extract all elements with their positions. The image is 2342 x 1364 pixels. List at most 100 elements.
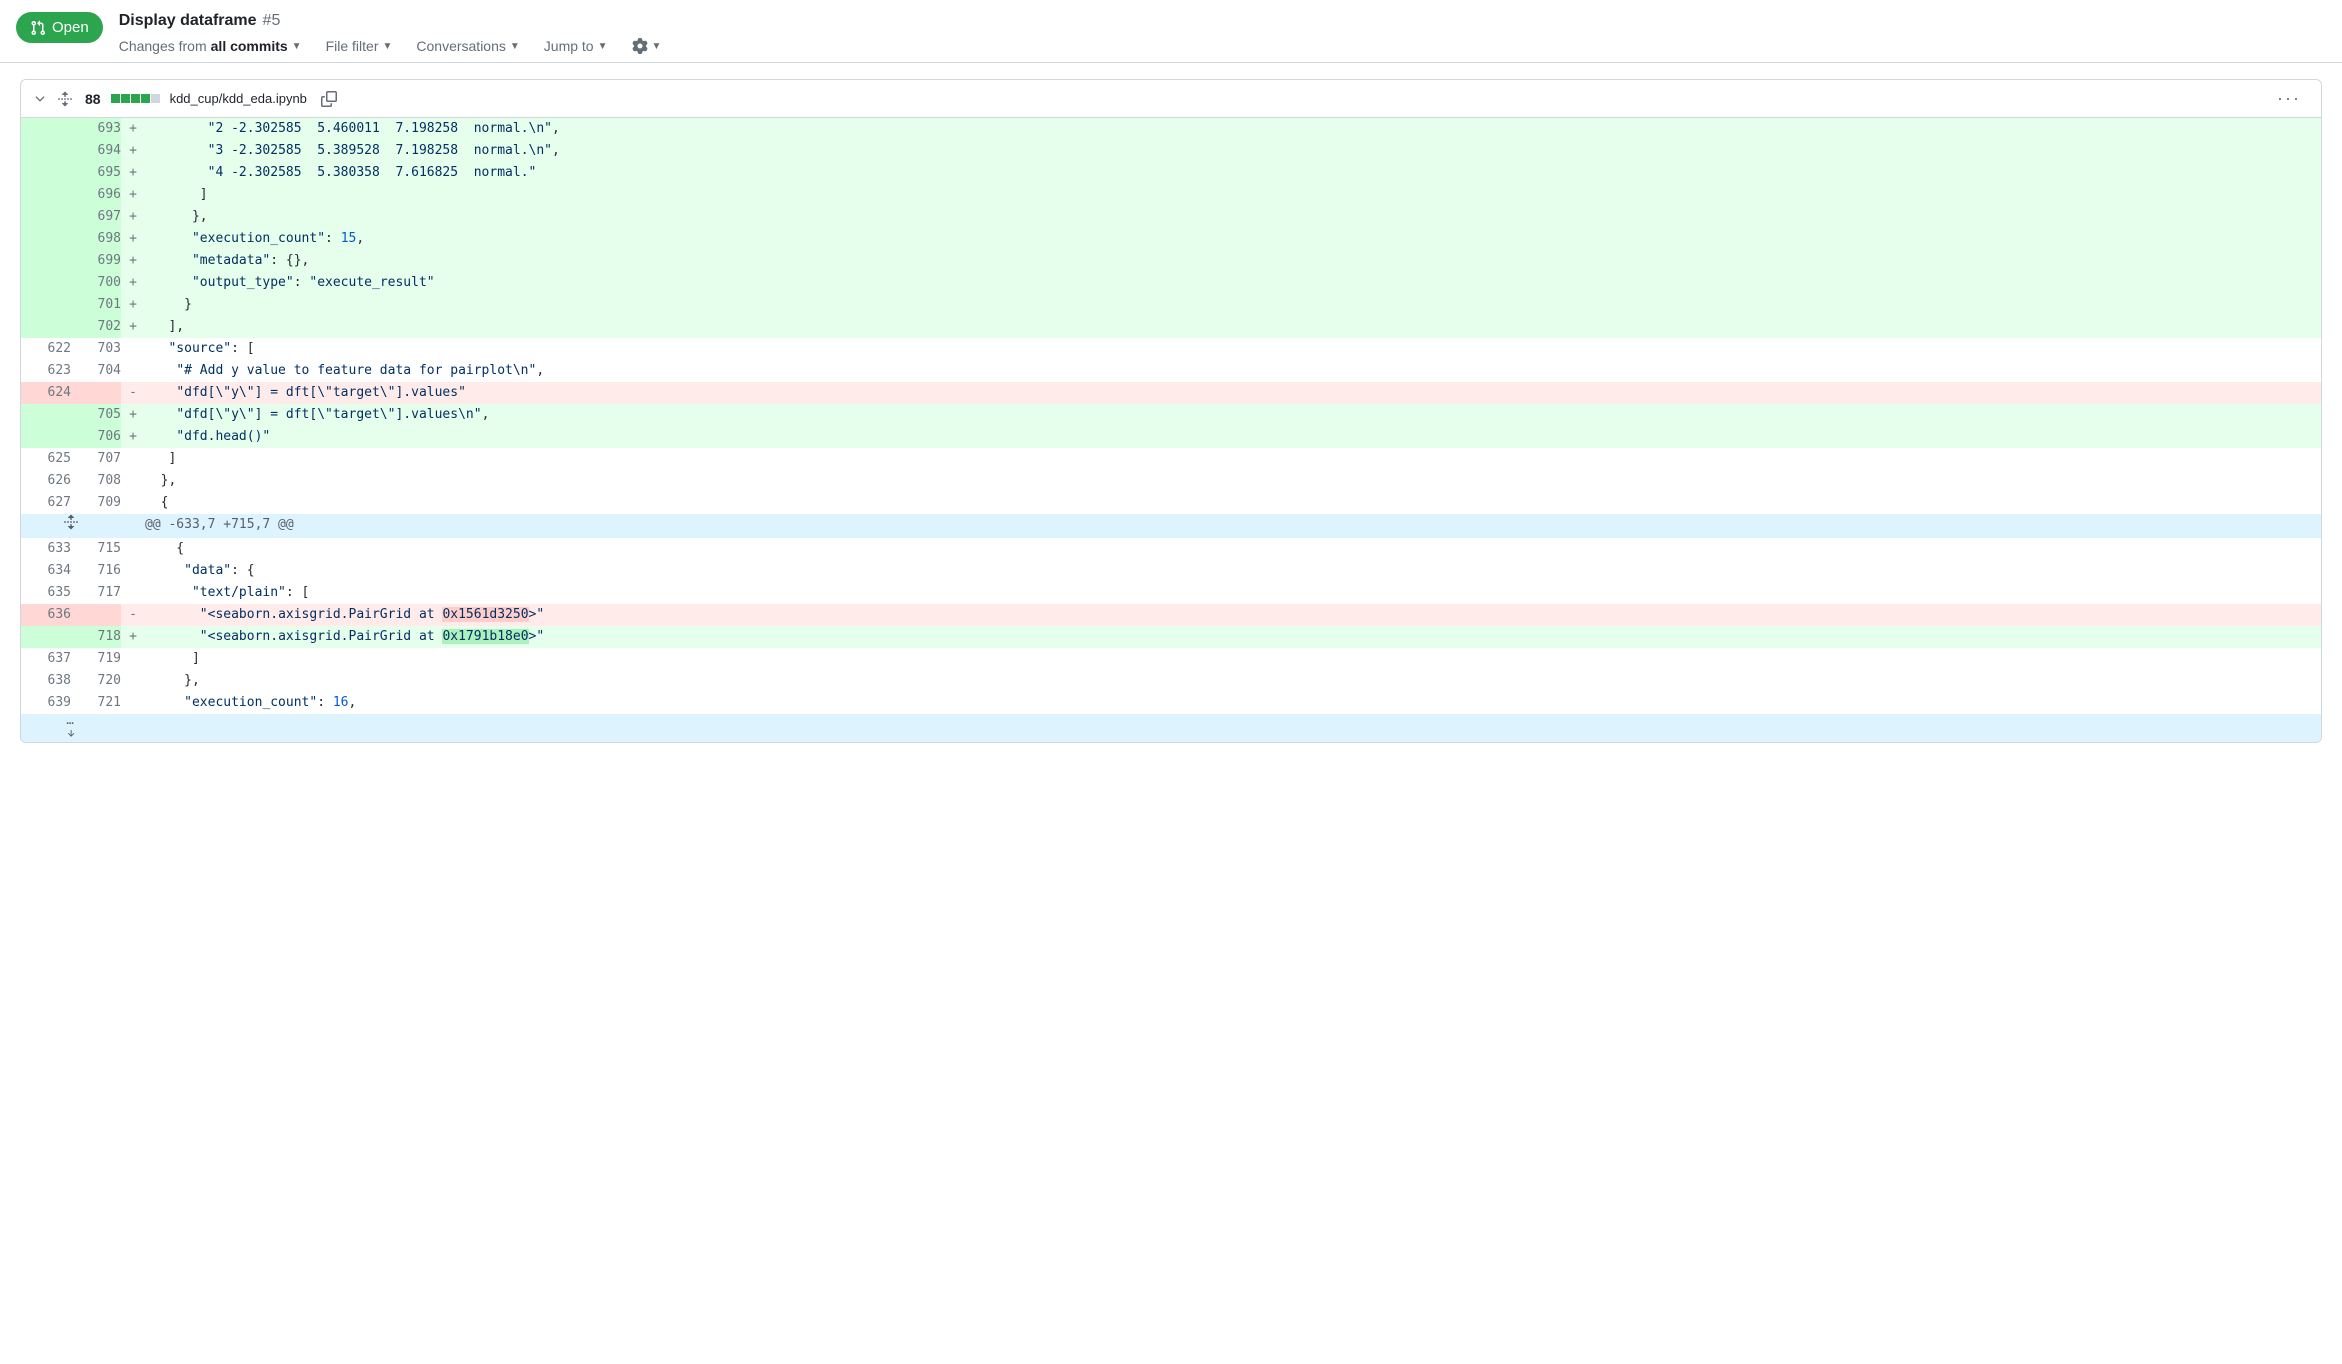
- diff-marker: +: [121, 426, 145, 448]
- copy-path-button[interactable]: [321, 91, 337, 107]
- changes-from-dropdown[interactable]: Changes from all commits ▼: [119, 38, 302, 54]
- diff-marker: [121, 670, 145, 692]
- file-menu-button[interactable]: ···: [2269, 88, 2309, 109]
- old-line-number: 634: [21, 560, 71, 582]
- jump-to-dropdown[interactable]: Jump to ▼: [544, 38, 608, 54]
- code-content: "execution_count": 16,: [145, 692, 2321, 714]
- old-line-number: 623: [21, 360, 71, 382]
- conversations-dropdown[interactable]: Conversations ▼: [416, 38, 519, 54]
- diff-square-neutral: [151, 94, 160, 103]
- diff-line[interactable]: 700+ "output_type": "execute_result": [21, 272, 2321, 294]
- code-content: },: [145, 470, 2321, 492]
- code-content: "dfd.head()": [145, 426, 2321, 448]
- old-line-number: 636: [21, 604, 71, 626]
- file-filter-label: File filter: [326, 38, 379, 54]
- new-line-number: 700: [71, 272, 121, 294]
- old-line-number: 639: [21, 692, 71, 714]
- diff-line[interactable]: 626708 },: [21, 470, 2321, 492]
- unfold-icon: [63, 514, 79, 530]
- diff-line[interactable]: 638720 },: [21, 670, 2321, 692]
- file-header: 88 kdd_cup/kdd_eda.ipynb ···: [21, 80, 2321, 118]
- diff-line[interactable]: 622703 "source": [: [21, 338, 2321, 360]
- diff-marker: [121, 338, 145, 360]
- old-line-number: 625: [21, 448, 71, 470]
- unfold-icon: [57, 91, 73, 107]
- new-line-number: 716: [71, 560, 121, 582]
- header-right: Display dataframe #5 Changes from all co…: [119, 12, 662, 54]
- diff-marker: -: [121, 382, 145, 404]
- new-line-number: 718: [71, 626, 121, 648]
- expand-all-icon[interactable]: [57, 91, 73, 107]
- diff-marker: +: [121, 162, 145, 184]
- pr-title-row: Display dataframe #5: [119, 12, 662, 30]
- old-line-number: [21, 626, 71, 648]
- diff-marker: [121, 470, 145, 492]
- diff-line[interactable]: 696+ ]: [21, 184, 2321, 206]
- diff-marker: [121, 492, 145, 514]
- diff-line[interactable]: 697+ },: [21, 206, 2321, 228]
- diff-marker: [121, 560, 145, 582]
- diff-line[interactable]: 635717 "text/plain": [: [21, 582, 2321, 604]
- new-line-number: 703: [71, 338, 121, 360]
- code-content: "4 -2.302585 5.380358 7.616825 normal.": [145, 162, 2321, 184]
- expand-hunk-button[interactable]: [21, 514, 121, 530]
- diff-line[interactable]: 634716 "data": {: [21, 560, 2321, 582]
- diff-line[interactable]: 623704 "# Add y value to feature data fo…: [21, 360, 2321, 382]
- collapse-file-toggle[interactable]: [33, 92, 47, 106]
- pr-title: Display dataframe: [119, 12, 257, 30]
- code-content: "source": [: [145, 338, 2321, 360]
- code-content: "text/plain": [: [145, 582, 2321, 604]
- old-line-number: 637: [21, 648, 71, 670]
- file-path[interactable]: kdd_cup/kdd_eda.ipynb: [170, 91, 307, 106]
- file-filter-dropdown[interactable]: File filter ▼: [326, 38, 393, 54]
- pr-toolbar: Changes from all commits ▼ File filter ▼…: [119, 38, 662, 54]
- diff-marker: +: [121, 272, 145, 294]
- pull-request-icon: [30, 20, 46, 36]
- diff-line[interactable]: 694+ "3 -2.302585 5.389528 7.198258 norm…: [21, 140, 2321, 162]
- diff-line[interactable]: 636- "<seaborn.axisgrid.PairGrid at 0x15…: [21, 604, 2321, 626]
- diff-marker: [121, 538, 145, 560]
- hunk-header-row[interactable]: @@ -633,7 +715,7 @@: [21, 514, 2321, 538]
- caret-down-icon: ▼: [382, 41, 392, 52]
- changes-scope: all commits: [211, 38, 288, 54]
- diff-settings-dropdown[interactable]: ▼: [632, 38, 662, 54]
- arrow-down-icon: [65, 728, 77, 738]
- caret-down-icon: ▼: [652, 41, 662, 52]
- diff-marker: +: [121, 316, 145, 338]
- expand-down-row[interactable]: ⋯: [21, 714, 2321, 742]
- diff-line[interactable]: 624- "dfd[\"y\"] = dft[\"target\"].value…: [21, 382, 2321, 404]
- diff-line[interactable]: 698+ "execution_count": 15,: [21, 228, 2321, 250]
- diff-marker: [121, 448, 145, 470]
- diff-line[interactable]: 718+ "<seaborn.axisgrid.PairGrid at 0x17…: [21, 626, 2321, 648]
- diff-line[interactable]: 627709 {: [21, 492, 2321, 514]
- diff-square-add: [141, 94, 150, 103]
- diff-line[interactable]: 705+ "dfd[\"y\"] = dft[\"target\"].value…: [21, 404, 2321, 426]
- new-line-number: 721: [71, 692, 121, 714]
- diff-line[interactable]: 639721 "execution_count": 16,: [21, 692, 2321, 714]
- diff-line[interactable]: 637719 ]: [21, 648, 2321, 670]
- pr-header: Open Display dataframe #5 Changes from a…: [0, 0, 2342, 63]
- diff-square-add: [121, 94, 130, 103]
- dots-icon: ⋯: [21, 718, 121, 728]
- old-line-number: 633: [21, 538, 71, 560]
- diff-line[interactable]: 693+ "2 -2.302585 5.460011 7.198258 norm…: [21, 118, 2321, 140]
- old-line-number: 638: [21, 670, 71, 692]
- new-line-number: 720: [71, 670, 121, 692]
- code-content: "3 -2.302585 5.389528 7.198258 normal.\n…: [145, 140, 2321, 162]
- open-status-badge: Open: [16, 12, 103, 43]
- diff-line[interactable]: 706+ "dfd.head()": [21, 426, 2321, 448]
- old-line-number: [21, 250, 71, 272]
- diff-table: 693+ "2 -2.302585 5.460011 7.198258 norm…: [21, 118, 2321, 742]
- diff-line[interactable]: 625707 ]: [21, 448, 2321, 470]
- code-content: },: [145, 206, 2321, 228]
- new-line-number: [71, 382, 121, 404]
- diff-line[interactable]: 633715 {: [21, 538, 2321, 560]
- old-line-number: 624: [21, 382, 71, 404]
- new-line-number: 701: [71, 294, 121, 316]
- diff-line[interactable]: 699+ "metadata": {},: [21, 250, 2321, 272]
- diff-line[interactable]: 695+ "4 -2.302585 5.380358 7.616825 norm…: [21, 162, 2321, 184]
- diff-line[interactable]: 702+ ],: [21, 316, 2321, 338]
- old-line-number: [21, 206, 71, 228]
- old-line-number: 635: [21, 582, 71, 604]
- diff-line[interactable]: 701+ }: [21, 294, 2321, 316]
